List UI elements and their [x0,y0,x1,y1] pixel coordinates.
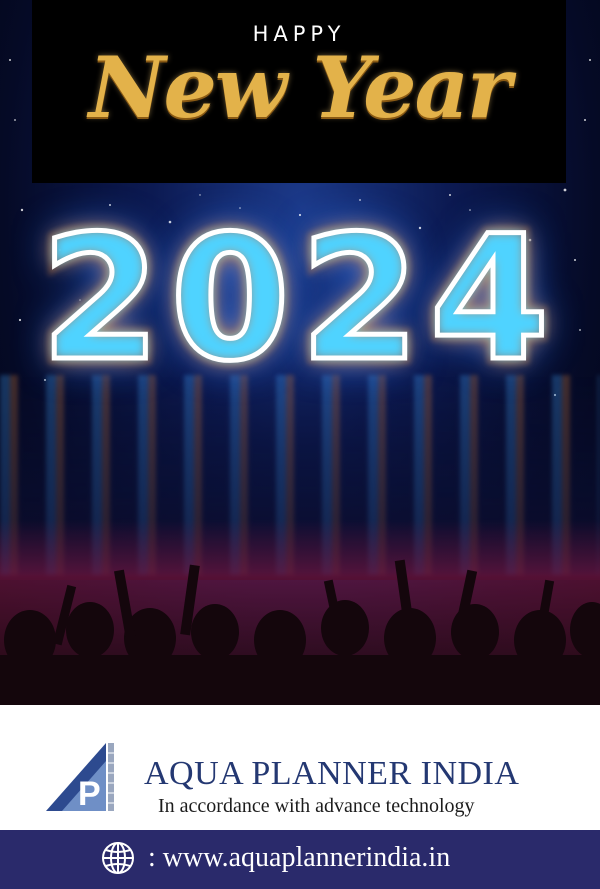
crowd-silhouettes [0,520,600,705]
greeting-banner: HAPPY New Year [32,0,566,183]
company-logo-icon: P [46,743,114,813]
website-link[interactable]: : www.aquaplannerindia.in [148,842,450,874]
globe-icon [102,842,134,874]
new-year-text: New Year [88,38,512,137]
company-tagline: In accordance with advance technology [158,795,475,817]
brand-section: P AQUA PLANNER INDIA In accordance with … [0,705,600,830]
footer-bar: : www.aquaplannerindia.in [0,830,600,889]
year-neon-text: 2024 [38,196,560,402]
company-name: AQUA PLANNER INDIA [144,755,520,792]
logo-letter: P [78,775,101,813]
new-year-poster: HAPPY New Year 2024 2024 [0,0,600,705]
